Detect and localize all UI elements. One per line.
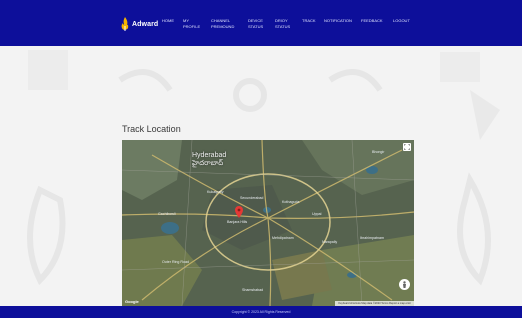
google-logo: Google bbox=[125, 299, 139, 304]
main-nav: HOME MY PROFILE CHANNEL PREMOUND DEVICE … bbox=[0, 0, 522, 46]
nav-item-track[interactable]: TRACK bbox=[302, 18, 316, 24]
nav-item-logout[interactable]: LOGOUT bbox=[393, 18, 410, 24]
map-area-label: Narapally bbox=[322, 240, 338, 244]
footer: Copyright © 2023 All Rights Reserved bbox=[0, 306, 522, 318]
map-area-label: Mehdipatnam bbox=[272, 236, 294, 240]
nav-item-channel[interactable]: CHANNEL PREMOUND bbox=[211, 18, 234, 30]
copyright-text: Copyright © 2023 All Rights Reserved bbox=[231, 310, 291, 314]
fullscreen-icon bbox=[404, 144, 410, 150]
map-area-label: Ibrahimpatnam bbox=[360, 236, 384, 240]
nav-item-device-status[interactable]: DEVICE STATUS bbox=[248, 18, 263, 30]
fullscreen-button[interactable] bbox=[403, 143, 411, 151]
map-area-label: Outer Ring Road bbox=[162, 260, 189, 264]
map-area-label: Kothaguda bbox=[282, 200, 300, 204]
nav-item-home[interactable]: HOME bbox=[162, 18, 174, 24]
map-city-label: Hyderabad హైదరాబాద్ bbox=[192, 152, 226, 168]
map-area-label: Banjara Hills bbox=[227, 220, 248, 224]
map-area-label: Uppal bbox=[312, 212, 322, 216]
pegman-icon bbox=[403, 281, 406, 288]
map-city-name: Hyderabad bbox=[192, 152, 227, 159]
top-navigation-bar: Adward HOME MY PROFILE CHANNEL PREMOUND … bbox=[0, 0, 522, 46]
nav-item-drioy-status[interactable]: DRIOY STATUS bbox=[275, 18, 290, 30]
map-area-label: Secunderabad bbox=[240, 196, 264, 200]
nav-item-feedback[interactable]: FEEDBACK bbox=[361, 18, 383, 24]
nav-item-notification[interactable]: NOTIFICATION bbox=[324, 18, 352, 24]
location-map[interactable]: Hyderabad హైదరాబాద్ Secunderabad Gachibo… bbox=[122, 140, 414, 306]
map-city-name-local: హైదరాబాద్ bbox=[192, 160, 224, 167]
page-title: Track Location bbox=[122, 124, 181, 134]
map-area-label: Shamshabad bbox=[242, 288, 264, 292]
map-terrain bbox=[122, 140, 414, 306]
map-area-label: Bhongir bbox=[372, 150, 385, 154]
street-view-button[interactable] bbox=[399, 279, 410, 290]
nav-item-my-profile[interactable]: MY PROFILE bbox=[183, 18, 200, 30]
location-pin-icon[interactable] bbox=[235, 206, 243, 218]
map-area-label: Kukatpally bbox=[207, 190, 224, 194]
map-area-label: Gachibowli bbox=[158, 212, 176, 216]
